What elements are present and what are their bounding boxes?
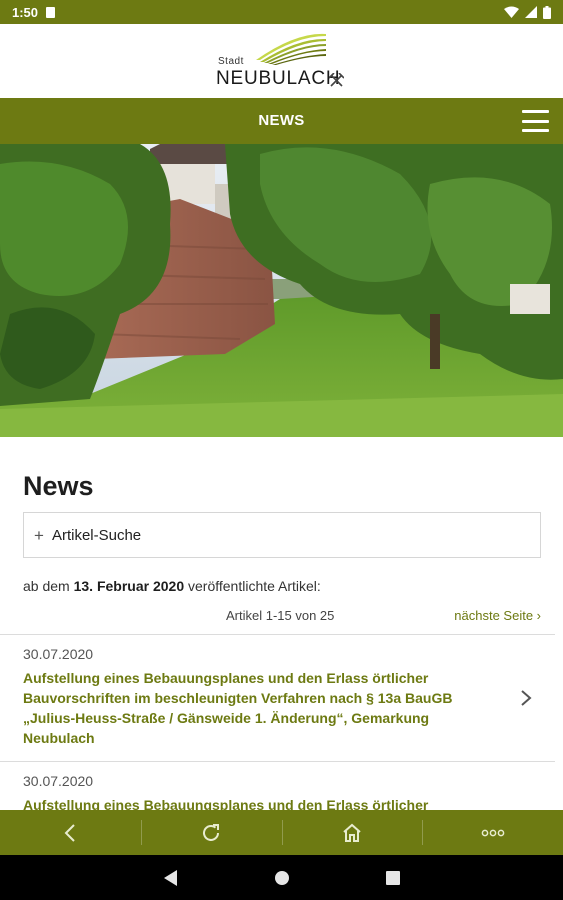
nav-title: NEWS — [258, 112, 305, 129]
wifi-icon — [504, 6, 519, 18]
logo-name-text: NEUBULACH — [216, 68, 341, 89]
home-icon — [343, 823, 361, 842]
list-item[interactable]: 30.07.2020 Aufstellung eines Bebauungspl… — [0, 437, 555, 810]
more-dots-icon — [481, 829, 504, 836]
back-button[interactable] — [0, 810, 141, 855]
home-button[interactable] — [281, 810, 423, 855]
system-recents-icon[interactable] — [385, 870, 400, 885]
signal-icon — [525, 6, 537, 18]
site-header: Stadt NEUBULACH — [0, 24, 563, 98]
system-nav-bar — [0, 855, 563, 900]
hero-image — [0, 144, 563, 437]
reload-icon — [203, 823, 220, 841]
main-content: News + Artikel-Suche ab dem 13. Februar … — [0, 437, 563, 810]
site-logo[interactable]: Stadt NEUBULACH — [216, 30, 351, 92]
article-date: 30.07.2020 — [23, 773, 94, 789]
mining-tools-icon — [329, 73, 344, 87]
more-button[interactable] — [422, 810, 563, 855]
logo-stadt-text: Stadt — [218, 56, 244, 67]
article-title[interactable]: Aufstellung eines Bebauungsplanes und de… — [23, 795, 498, 810]
bottom-toolbar — [0, 810, 563, 855]
status-icons — [504, 5, 551, 19]
status-time: 1:50 — [12, 4, 39, 20]
back-arrow-icon — [64, 823, 76, 842]
battery-icon — [543, 5, 551, 19]
top-nav-bar: NEWS — [0, 98, 563, 144]
status-bar: 1:50 — [0, 0, 563, 24]
system-back-icon[interactable] — [163, 869, 178, 886]
reload-button[interactable] — [140, 810, 282, 855]
hamburger-icon[interactable] — [522, 110, 549, 132]
sd-card-icon — [46, 6, 56, 18]
system-home-icon[interactable] — [274, 870, 290, 886]
